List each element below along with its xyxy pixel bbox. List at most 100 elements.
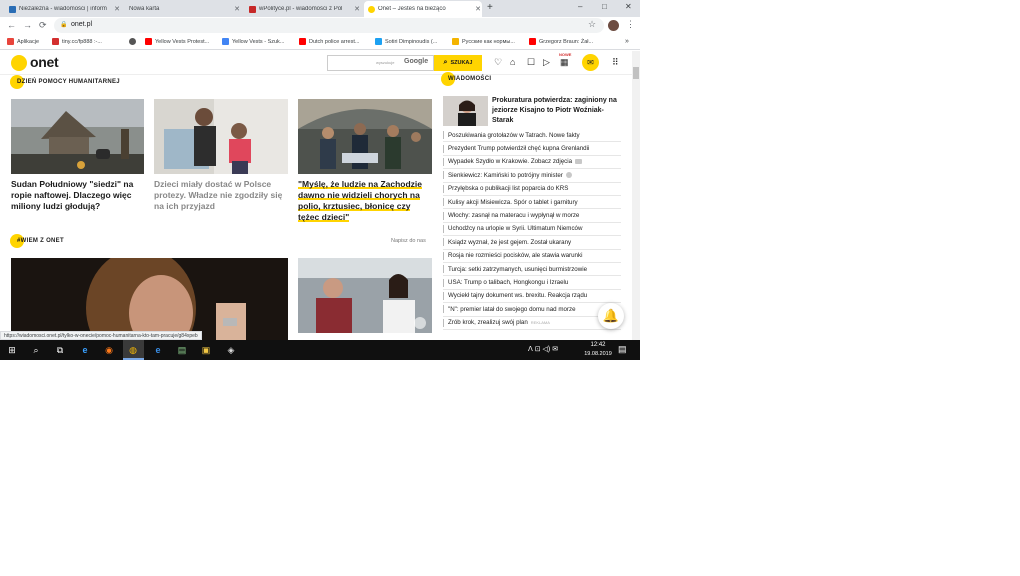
mail-icon[interactable]: ✉ (582, 54, 599, 71)
bookmark-item[interactable]: Yellow Vests Protest... (145, 38, 209, 45)
browser-menu-icon[interactable]: ⋮ (626, 19, 635, 30)
contact-link[interactable]: Napisz do nas (391, 238, 426, 244)
app-icon[interactable]: ◈ (225, 344, 237, 356)
close-icon[interactable]: ✕ (353, 5, 361, 13)
back-icon[interactable]: ← (7, 20, 16, 30)
onet-logo-icon[interactable] (11, 55, 27, 71)
maximize-icon[interactable]: □ (602, 2, 607, 11)
tab-niezalezna[interactable]: Niezależna - wiadomości | inform ✕ (5, 1, 121, 17)
bookmark-item[interactable]: Yellow Vests - Szuk... (222, 38, 284, 45)
edge-icon[interactable]: e (152, 344, 164, 356)
internet-explorer-icon[interactable]: e (79, 344, 91, 356)
calendar-icon[interactable]: ▦ (560, 57, 569, 68)
windows-taskbar: ⊞ ⌕ ⧉ e ◉ ◍ e ▤ ▣ ◈ ᐱ ⊡ ◁) ✉ 12:42 19.08… (0, 340, 640, 360)
start-icon[interactable]: ⊞ (6, 344, 18, 356)
status-url-tooltip: https://wiadomosci.onet.pl/tylko-w-oneci… (0, 331, 202, 340)
forward-icon[interactable]: → (23, 20, 32, 30)
bookmark-item[interactable]: Dutch police arrest... (299, 38, 359, 45)
chrome-icon[interactable]: ◍ (127, 344, 139, 356)
news-item[interactable]: Kulisy akcji Misiewicza. Spór o tablet i… (443, 196, 621, 210)
news-item-text: Przyłębska o publikacji list poparcia do… (448, 185, 569, 193)
action-center-icon[interactable]: ▤ (618, 344, 627, 355)
shop-icon[interactable]: ⌂ (510, 57, 515, 67)
article-image-medics[interactable] (298, 99, 432, 174)
section-title-wiadomosci[interactable]: WIADOMOŚCI (448, 76, 491, 82)
bookmark-item[interactable]: Sotiri Dimpinoudis (... (375, 38, 437, 45)
news-item[interactable]: Prezydent Trump potwierdził chęć kupna G… (443, 142, 621, 156)
news-item[interactable]: Poszukiwania grotołazów w Tatrach. Nowe … (443, 129, 621, 143)
news-item[interactable]: Ksiądz wyznał, że jest gejem. Został uka… (443, 236, 621, 250)
bookmark-item[interactable] (129, 38, 139, 45)
news-item[interactable]: USA: Trump o talibach, Hongkongu i Izrae… (443, 276, 621, 290)
new-badge: NOWE (559, 52, 572, 57)
article-title-children[interactable]: Dzieci miały dostać w Polsce protezy. Wł… (154, 179, 288, 212)
bookmark-label: Yellow Vests Protest... (155, 38, 210, 45)
firefox-icon[interactable]: ◉ (103, 344, 115, 356)
task-view-icon[interactable]: ⧉ (54, 344, 66, 356)
url-text[interactable]: onet.pl (71, 21, 92, 28)
bookmark-item[interactable]: Grzegorz Braun: Żał... (529, 38, 593, 45)
bookmark-star-icon[interactable]: ☆ (588, 19, 596, 30)
close-icon[interactable]: ✕ (474, 5, 482, 13)
onet-logo[interactable]: onet (30, 54, 59, 70)
news-item[interactable]: "N": premier latał do swojego domu nad m… (443, 303, 621, 317)
bookmarks-overflow-icon[interactable]: » (625, 38, 629, 45)
lead-news-title[interactable]: Prokuratura potwierdza: zaginiony na jez… (492, 96, 622, 126)
clock-time[interactable]: 12:42 (583, 342, 613, 348)
news-item[interactable]: Włochy: zasnął na materacu i wypłynął w … (443, 209, 621, 223)
news-item[interactable]: Turcja: setki zatrzymanych, usunięci bur… (443, 263, 621, 277)
explorer-icon[interactable]: ▤ (176, 344, 188, 356)
news-item[interactable]: Przyłębska o publikacji list poparcia do… (443, 183, 621, 196)
article-image-car-interview[interactable] (298, 258, 432, 333)
grid-menu-icon[interactable]: ⠿ (612, 57, 619, 68)
scrollbar-thumb[interactable] (633, 67, 639, 79)
tab-new[interactable]: Nowa karta ✕ (125, 1, 241, 17)
section-title-humanitarian[interactable]: DZIEŃ POMOCY HUMANITARNEJ (17, 79, 120, 85)
play-icon[interactable]: ▷ (543, 57, 550, 68)
article-image-sudan[interactable] (11, 99, 144, 174)
news-item[interactable]: Uchodźcy na urlopie w Syrii. Ultimatum N… (443, 223, 621, 237)
section-title-wiem[interactable]: #WIEM Z ONET (17, 238, 64, 244)
tab-wpolityce[interactable]: wPolityce.pl - wiadomości z Pol ✕ (245, 1, 361, 17)
article-image-children[interactable] (154, 99, 288, 174)
profile-avatar[interactable] (608, 20, 619, 31)
news-item-text: Kulisy akcji Misiewicza. Spór o tablet i… (448, 198, 578, 206)
system-tray[interactable]: ᐱ ⊡ ◁) ✉ (528, 345, 558, 353)
news-item[interactable]: Sienkiewicz: Kamiński to potrójny minist… (443, 169, 621, 183)
notification-bell-icon[interactable]: 🔔 (598, 303, 624, 329)
tv-icon[interactable]: ☐ (527, 57, 535, 68)
clock-date[interactable]: 19.08.2019 (580, 351, 616, 357)
bookmarks-bar: Aplikacje tiny.cc/fp888 :-... Yellow Ves… (0, 34, 640, 50)
new-tab-button[interactable]: + (487, 2, 493, 13)
close-icon[interactable]: ✕ (233, 5, 241, 13)
bookmark-item[interactable]: Русские как нормы... (452, 38, 515, 45)
notes-icon[interactable]: ▣ (200, 344, 212, 356)
search-icon[interactable]: ⌕ (30, 344, 42, 356)
close-window-icon[interactable]: ✕ (625, 2, 632, 11)
reload-icon[interactable]: ⟳ (39, 20, 47, 31)
search-button[interactable]: ⌕ SZUKAJ (434, 55, 482, 71)
news-item[interactable]: Rosja nie rozmieści pocisków, ale stawia… (443, 250, 621, 263)
close-icon[interactable]: ✕ (113, 5, 121, 13)
heart-icon[interactable]: ♡ (494, 57, 502, 68)
address-bar[interactable]: 🔒 onet.pl (54, 18, 604, 33)
news-item-ad[interactable]: Zrób krok, zrealizuj swój plan REKLAMA (443, 317, 621, 330)
article-title-sudan[interactable]: Sudan Południowy "siedzi" na ropie nafto… (11, 179, 144, 212)
news-bullet (443, 238, 444, 247)
favicon-icon (368, 5, 375, 13)
youtube-icon (299, 38, 306, 45)
bookmark-icon (452, 38, 459, 45)
bookmark-item[interactable]: tiny.cc/fp888 :-... (52, 38, 102, 45)
search-input[interactable]: wyszukuje Google (327, 55, 434, 71)
news-item[interactable]: Wypadek Szydło w Krakowie. Zobacz zdjęci… (443, 156, 621, 170)
minimize-icon[interactable]: – (578, 2, 582, 11)
bookmark-apps[interactable]: Aplikacje (7, 38, 39, 45)
article-title-polio[interactable]: "Myślę, że ludzie na Zachodzie dawno nie… (298, 179, 432, 223)
news-item-text: Poszukiwania grotołazów w Tatrach. Nowe … (448, 131, 580, 139)
news-bullet (443, 318, 444, 327)
page-scrollbar[interactable] (632, 51, 640, 340)
news-item[interactable]: Wyciekł tajny dokument ws. brexitu. Reak… (443, 290, 621, 304)
lead-news-image[interactable] (443, 96, 488, 126)
article-image-musician[interactable] (11, 258, 288, 340)
tab-onet[interactable]: Onet – Jesteś na bieżąco ✕ (364, 1, 482, 17)
